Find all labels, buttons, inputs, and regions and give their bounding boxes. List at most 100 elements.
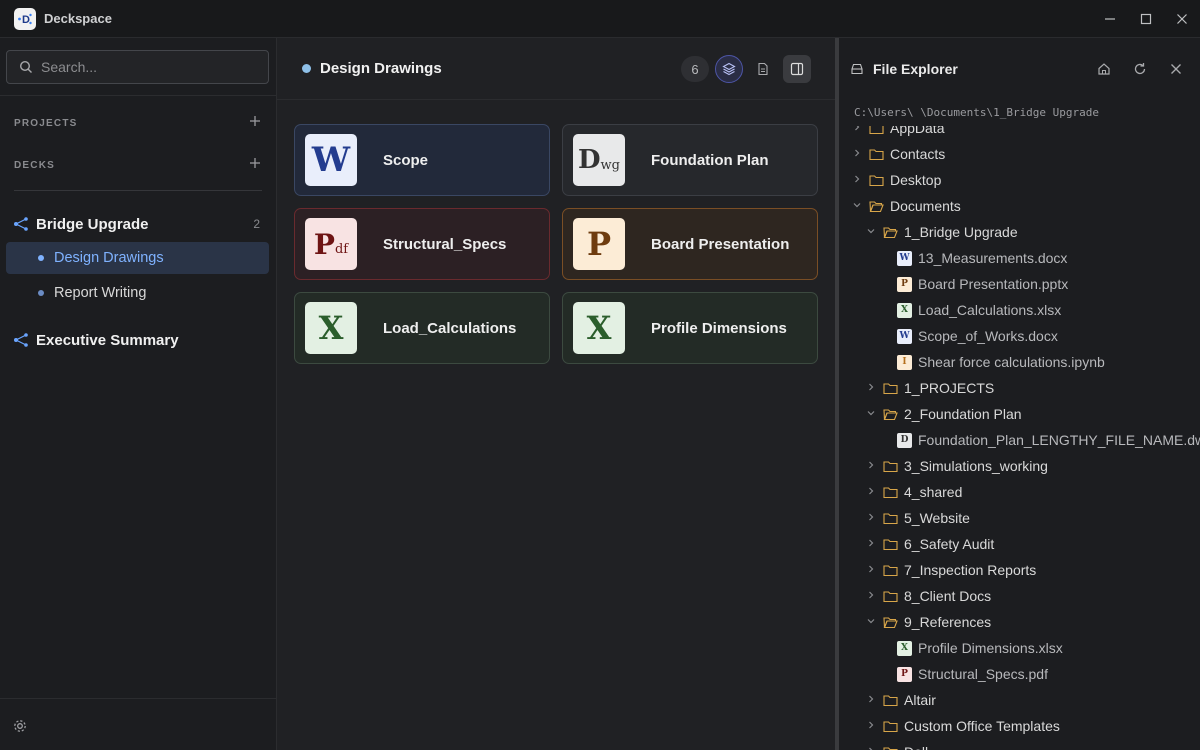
chevron-right-icon[interactable] bbox=[851, 175, 863, 186]
pdf-file-icon: Pdf bbox=[305, 218, 357, 270]
current-path: C:\Users\ \Documents\1_Bridge Upgrade bbox=[839, 100, 1200, 126]
card-structural-specs[interactable]: Pdf Structural_Specs bbox=[294, 208, 550, 280]
tree-folder[interactable]: Dell bbox=[865, 739, 928, 750]
close-window-button[interactable] bbox=[1164, 0, 1200, 38]
decks-section-label: DECKS bbox=[14, 159, 56, 171]
document-view-button[interactable] bbox=[749, 55, 777, 83]
chevron-right-icon[interactable] bbox=[865, 383, 877, 394]
close-icon bbox=[1177, 14, 1187, 24]
document-icon bbox=[758, 62, 768, 76]
tree-folder[interactable]: 3_Simulations_working bbox=[865, 453, 1048, 479]
tree-item-label: 6_Safety Audit bbox=[904, 536, 995, 552]
chevron-right-icon[interactable] bbox=[865, 487, 877, 498]
tree-folder[interactable]: 1_PROJECTS bbox=[865, 375, 994, 401]
card-label: Load_Calculations bbox=[383, 319, 517, 337]
maximize-button[interactable] bbox=[1128, 0, 1164, 38]
chevron-down-icon[interactable] bbox=[865, 227, 877, 238]
chevron-right-icon[interactable] bbox=[865, 747, 877, 750]
excel-file-icon: X bbox=[897, 640, 912, 656]
folder-icon bbox=[883, 590, 898, 603]
layers-icon bbox=[722, 62, 736, 76]
minimize-button[interactable] bbox=[1092, 0, 1128, 38]
card-load-calculations[interactable]: X Load_Calculations bbox=[294, 292, 550, 364]
tree-folder[interactable]: 1_Bridge Upgrade bbox=[865, 219, 1018, 245]
tree-folder[interactable]: Desktop bbox=[851, 167, 941, 193]
tree-file[interactable]: W Scope_of_Works.docx bbox=[879, 323, 1058, 349]
deck-header: Design Drawings 6 bbox=[277, 38, 835, 100]
card-scope[interactable]: W Scope bbox=[294, 124, 550, 196]
home-button[interactable] bbox=[1090, 55, 1118, 83]
folder-icon bbox=[883, 538, 898, 551]
chevron-right-icon[interactable] bbox=[865, 565, 877, 576]
chevron-right-icon[interactable] bbox=[865, 513, 877, 524]
tree-folder[interactable]: Altair bbox=[865, 687, 936, 713]
tree-folder[interactable]: 6_Safety Audit bbox=[865, 531, 994, 557]
deck-color-dot bbox=[302, 64, 311, 73]
search-box[interactable] bbox=[6, 50, 269, 84]
tree-folder[interactable]: 5_Website bbox=[865, 505, 970, 531]
layers-view-button[interactable] bbox=[715, 55, 743, 83]
folder-icon bbox=[883, 512, 898, 525]
chevron-down-icon[interactable] bbox=[865, 409, 877, 420]
card-profile-dimensions[interactable]: X Profile Dimensions bbox=[562, 292, 818, 364]
home-icon bbox=[1098, 63, 1110, 75]
deck-dot bbox=[38, 255, 44, 261]
close-explorer-button[interactable] bbox=[1162, 55, 1190, 83]
chevron-right-icon[interactable] bbox=[865, 461, 877, 472]
tree-folder[interactable]: 2_Foundation Plan bbox=[865, 401, 1022, 427]
gear-icon bbox=[14, 720, 26, 732]
chevron-down-icon[interactable] bbox=[851, 201, 863, 212]
tree-folder[interactable]: 9_References bbox=[865, 609, 991, 635]
tree-item-label: Scope_of_Works.docx bbox=[918, 328, 1058, 344]
toggle-panel-button[interactable] bbox=[783, 55, 811, 83]
tree-item-label: 1_Bridge Upgrade bbox=[904, 224, 1018, 240]
chevron-right-icon[interactable] bbox=[865, 591, 877, 602]
chevron-down-icon[interactable] bbox=[865, 617, 877, 628]
chevron-right-icon[interactable] bbox=[865, 539, 877, 550]
tree-file[interactable]: W 13_Measurements.docx bbox=[879, 245, 1067, 271]
project-executive-summary[interactable]: Executive Summary bbox=[6, 324, 269, 356]
folder-icon bbox=[869, 148, 884, 161]
tree-file[interactable]: X Load_Calculations.xlsx bbox=[879, 297, 1061, 323]
settings-button[interactable] bbox=[12, 718, 28, 739]
add-deck-button[interactable] bbox=[248, 156, 262, 174]
tree-folder[interactable]: 7_Inspection Reports bbox=[865, 557, 1036, 583]
tree-folder[interactable]: Documents bbox=[851, 193, 961, 219]
word-file-icon: W bbox=[897, 250, 912, 266]
card-count-badge: 6 bbox=[681, 56, 709, 82]
tree-file[interactable]: P Board Presentation.pptx bbox=[879, 271, 1068, 297]
tree-folder[interactable]: 4_shared bbox=[865, 479, 962, 505]
svg-text:D: D bbox=[22, 14, 30, 26]
search-input[interactable] bbox=[41, 59, 251, 75]
tree-file[interactable]: D Foundation_Plan_LENGTHY_FILE_NAME.dwg bbox=[879, 427, 1200, 453]
tree-folder[interactable]: Custom Office Templates bbox=[865, 713, 1060, 739]
chevron-right-icon[interactable] bbox=[865, 695, 877, 706]
project-bridge-upgrade[interactable]: Bridge Upgrade 2 bbox=[6, 208, 269, 240]
folder-open-icon bbox=[883, 408, 898, 421]
tree-folder[interactable]: 8_Client Docs bbox=[865, 583, 991, 609]
tree-file[interactable]: I Shear force calculations.ipynb bbox=[879, 349, 1105, 375]
deckspace-logo-icon: D bbox=[18, 13, 32, 26]
excel-file-icon: X bbox=[573, 302, 625, 354]
add-project-button[interactable] bbox=[248, 114, 262, 132]
deck-view: Design Drawings 6 W Scope D wg Foundatio… bbox=[277, 38, 835, 750]
panel-toggle-icon bbox=[790, 62, 804, 76]
app-logo: D bbox=[14, 7, 36, 30]
tree-item-label: Contacts bbox=[890, 146, 946, 162]
card-foundation-plan[interactable]: Dwg Foundation Plan bbox=[562, 124, 818, 196]
card-board-presentation[interactable]: P Board Presentation bbox=[562, 208, 818, 280]
deck-design-drawings[interactable]: Design Drawings bbox=[6, 242, 269, 274]
tree-item-label: Dell bbox=[904, 744, 928, 750]
tree-file[interactable]: X Profile Dimensions.xlsx bbox=[879, 635, 1063, 661]
chevron-right-icon[interactable] bbox=[865, 721, 877, 732]
refresh-button[interactable] bbox=[1126, 55, 1154, 83]
tree-folder[interactable]: Contacts bbox=[851, 141, 945, 167]
deck-dot bbox=[38, 290, 44, 296]
card-label: Foundation Plan bbox=[651, 151, 769, 169]
deck-report-writing[interactable]: Report Writing bbox=[6, 277, 269, 309]
card-label: Structural_Specs bbox=[383, 235, 507, 253]
chevron-right-icon[interactable] bbox=[851, 149, 863, 160]
folder-icon bbox=[883, 694, 898, 707]
tree-file[interactable]: P Structural_Specs.pdf bbox=[879, 661, 1048, 687]
divider bbox=[0, 698, 277, 699]
